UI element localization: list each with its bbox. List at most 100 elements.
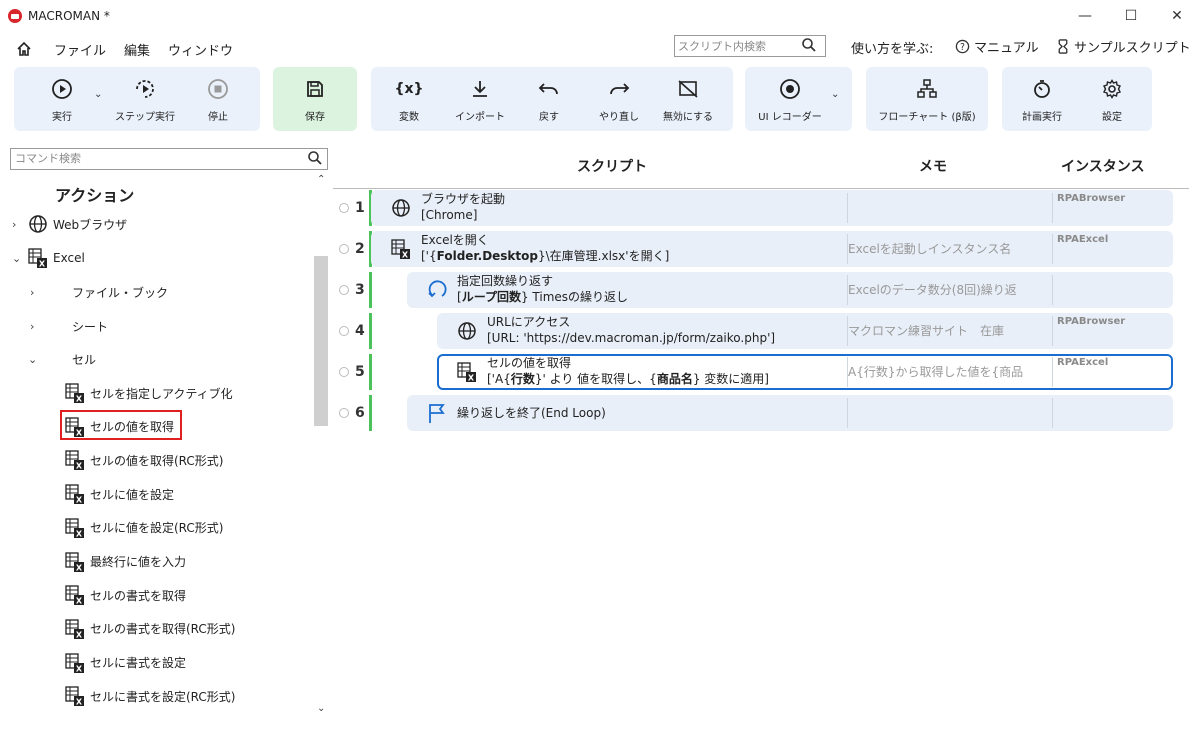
tree-item-file-book[interactable]: › ファイル・ブック [10,278,310,306]
scrollbar-thumb[interactable] [314,256,328,426]
script-search-input[interactable]: スクリプト内検索 [674,35,826,57]
row-script-text: 繰り返しを終了(End Loop) [457,405,606,421]
command-search-input[interactable]: コマンド検索 [10,148,328,170]
run-dropdown-icon[interactable]: ⌄ [94,89,102,100]
save-button[interactable]: 保存 [273,67,357,131]
scroll-up-arrow[interactable]: ⌃ [317,174,325,185]
command-search-placeholder: コマンド検索 [15,152,81,165]
tree-label: セルに書式を設定(RC形式) [90,689,236,704]
sample-scripts-link[interactable]: サンプルスクリプト [1056,37,1191,56]
run-toolbar-group: 実行 ⌄ ステップ実行 停止 [14,67,260,131]
import-button[interactable]: インポート [447,67,513,131]
scroll-down-arrow[interactable]: ⌄ [317,703,325,714]
excel-icon: X [65,518,85,541]
tree-item-cell-action[interactable]: X セルに値を設定(RC形式) [10,514,310,542]
variables-label: 変数 [399,111,419,123]
flowchart-button[interactable]: フローチャート (β版) [866,67,988,131]
row-param-variable: 商品名 [656,372,693,386]
tree-item-cell-action[interactable]: X セルに書式を設定(RC形式) [10,682,310,710]
command-panel: コマンド検索 アクション › Webブラウザ ⌄ X Excel › ファイル・… [10,148,328,720]
tree-label: セル [72,352,97,367]
breakpoint-icon[interactable] [339,367,349,377]
redo-button[interactable]: やり直し [589,67,649,131]
row-memo: A{行数}から取得した値を{商品 [848,365,1024,379]
tree-item-cell-action[interactable]: X セルの値を取得(RC形式) [10,446,310,474]
search-icon[interactable] [307,150,323,173]
row-params: ['{Folder.Desktop}\在庫管理.xlsx'を開く] [421,248,669,264]
flag-icon [426,402,448,424]
row-instance: RPABrowser [1057,316,1126,327]
loop-icon [426,279,448,301]
tree-label: ファイル・ブック [72,285,169,300]
row-number-label: 2 [355,241,365,257]
breakpoint-icon[interactable] [339,244,349,254]
row-memo [848,199,1048,217]
svg-text:X: X [76,596,83,605]
chevron-right-icon: › [30,319,35,333]
row-param-variable: 行数 [510,372,535,386]
breakpoint-icon[interactable] [339,326,349,336]
svg-text:X: X [76,664,83,673]
settings-button[interactable]: 設定 [1082,67,1142,131]
column-divider [1052,398,1053,428]
search-icon[interactable] [801,37,817,56]
tree-item-sheet[interactable]: › シート [10,312,310,340]
tree-label: 最終行に値を入力 [90,555,187,569]
row-number: 3 [339,272,369,308]
tree-item-cell-action[interactable]: X セルを指定しアクティブ化 [10,379,310,407]
excel-icon: X [28,248,48,271]
breakpoint-icon[interactable] [339,203,349,213]
sample-icon [1058,39,1068,54]
script-search-placeholder: スクリプト内検索 [678,40,766,53]
tree-item-excel[interactable]: ⌄ X Excel [10,244,310,272]
row-script-text: ブラウザを起動 [Chrome] [421,191,505,223]
row-param-text: } Timesの繰り返し [520,290,629,304]
svg-text:X: X [76,630,83,639]
selected-action-highlight [60,410,182,440]
tree-label: セルの値を取得(RC形式) [90,453,224,468]
stop-icon [207,76,229,102]
app-logo-icon [8,9,22,23]
tree-item-cell-action[interactable]: X 最終行に値を入力 [10,548,310,576]
column-divider [1052,193,1053,223]
menu-edit[interactable]: 編集 [124,40,150,59]
excel-icon: X [65,652,85,676]
tree-item-cell-action[interactable]: X セルの書式を取得(RC形式) [10,615,310,643]
step-run-button[interactable]: ステップ実行 [108,67,182,131]
breakpoint-icon[interactable] [339,408,349,418]
schedule-button[interactable]: 計画実行 [1008,67,1076,131]
minimize-button[interactable]: — [1062,0,1108,32]
tree-item-cell-action[interactable]: X セルの書式を取得 [10,581,310,609]
maximize-button[interactable]: ☐ [1108,0,1154,32]
stop-button[interactable]: 停止 [190,67,246,131]
manual-link[interactable]: ? マニュアル [955,37,1039,56]
disable-icon [677,76,699,102]
recorder-toolbar-group: UI レコーダー ⌄ [745,67,852,131]
tree-item-web-browser[interactable]: › Webブラウザ [10,210,310,238]
excel-icon: X [390,238,412,260]
tree-item-cell-action[interactable]: X セルに値を設定 [10,480,310,508]
tree-item-cell-action[interactable]: X セルに書式を設定 [10,649,310,677]
disable-button[interactable]: 無効にする [655,67,721,131]
settings-toolbar-group: 計画実行 設定 [1002,67,1152,131]
row-status-bar [369,395,372,431]
row-number-label: 4 [355,323,365,339]
variables-button[interactable]: {x} 変数 [379,67,439,131]
svg-text:X: X [76,394,83,403]
globe-icon [456,320,478,342]
close-button[interactable]: ✕ [1154,0,1200,32]
row-instance: RPAExcel [1057,357,1109,368]
undo-button[interactable]: 戻す [521,67,577,131]
row-params: [Chrome] [421,207,505,223]
ui-recorder-button[interactable]: UI レコーダー [745,67,835,131]
recorder-dropdown-icon[interactable]: ⌄ [831,89,839,100]
run-button[interactable]: 実行 [34,67,90,131]
column-header-instance: インスタンス [1061,159,1145,175]
manual-label: マニュアル [974,41,1039,56]
tree-item-cell[interactable]: ⌄ セル [10,345,310,373]
menu-file[interactable]: ファイル [54,40,106,59]
row-params: ['A{行数}' より 値を取得し、{商品名} 変数に適用] [487,371,769,387]
home-icon[interactable] [14,39,34,59]
menu-window[interactable]: ウィンドウ [168,40,233,59]
breakpoint-icon[interactable] [339,285,349,295]
